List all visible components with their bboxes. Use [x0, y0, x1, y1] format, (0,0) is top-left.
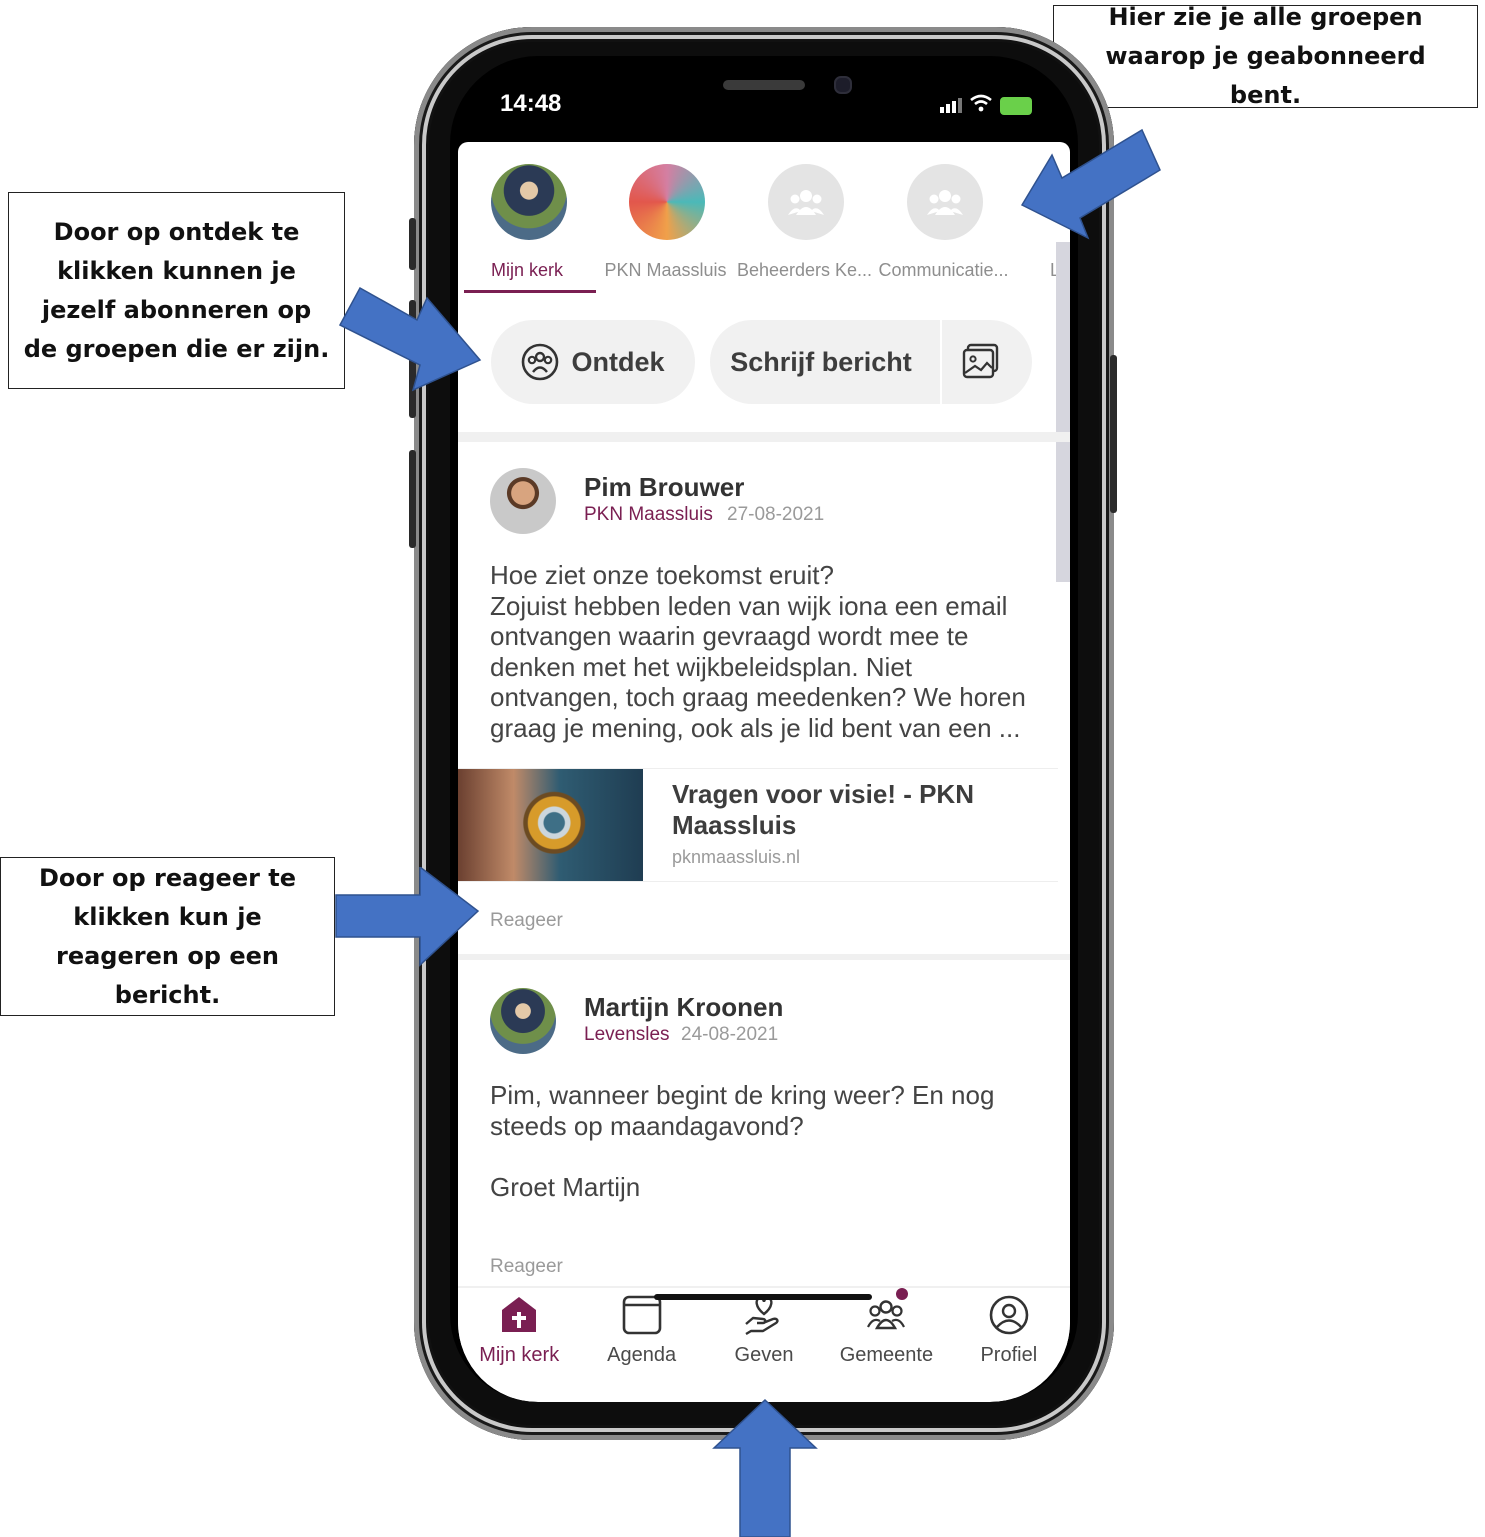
mute-switch: [409, 218, 416, 270]
group-beheerders[interactable]: Beheerders Ke...: [735, 142, 874, 302]
group-pkn-maassluis[interactable]: PKN Maassluis: [596, 142, 735, 302]
post-date: 24-08-2021: [681, 1024, 779, 1045]
reply-button[interactable]: Reageer: [490, 1256, 563, 1278]
post-author[interactable]: Martijn Kroonen: [584, 992, 783, 1023]
app-content: Mijn kerk PKN Maassluis Beheerders Ke...…: [458, 142, 1070, 1402]
write-post-label: Schrijf bericht: [730, 346, 912, 377]
link-thumbnail: [458, 769, 643, 881]
callout-discover: Door op ontdek te klikken kunnen je jeze…: [8, 192, 345, 389]
front-camera: [834, 76, 852, 94]
heart-hand-icon: [745, 1296, 779, 1336]
photo-icon[interactable]: [962, 342, 1000, 380]
groups-row[interactable]: Mijn kerk PKN Maassluis Beheerders Ke...…: [458, 142, 1070, 302]
tab-agenda[interactable]: Agenda: [580, 1288, 702, 1398]
post-date: 27-08-2021: [727, 504, 825, 525]
callout-reply: Door op reageer te klikken kun je reager…: [0, 857, 335, 1016]
profile-icon: [989, 1295, 1029, 1335]
home-indicator[interactable]: [654, 1294, 872, 1300]
discover-people-icon: [522, 343, 559, 381]
tab-profiel[interactable]: Profiel: [948, 1288, 1070, 1398]
group-people-icon: [768, 164, 844, 240]
post-group[interactable]: Levensles: [584, 1024, 670, 1046]
link-title: Vragen voor visie! - PKN Maassluis: [672, 779, 974, 840]
author-avatar[interactable]: [490, 468, 556, 534]
arrow-to-home-indicator: [712, 1398, 818, 1537]
arrow-to-discover: [338, 286, 482, 392]
tab-mijn-kerk[interactable]: Mijn kerk: [458, 1288, 580, 1398]
group-people-icon: [907, 164, 983, 240]
reply-button[interactable]: Reageer: [490, 910, 563, 932]
post-group[interactable]: PKN Maassluis: [584, 504, 713, 526]
tab-gemeente[interactable]: Gemeente: [825, 1288, 947, 1398]
tab-label: Agenda: [607, 1344, 677, 1366]
callout-discover-text: Door op ontdek te klikken kunnen je jeze…: [23, 217, 330, 363]
status-time: 14:48: [500, 90, 562, 117]
action-bar: Ontdek Schrijf bericht: [458, 302, 1070, 432]
calendar-icon: [622, 1295, 661, 1335]
status-icons: [940, 94, 1032, 117]
discover-label: Ontdek: [571, 346, 665, 377]
tab-geven[interactable]: Geven: [703, 1288, 825, 1398]
section-divider: [458, 432, 1070, 442]
church-home-icon: [502, 1297, 537, 1332]
post-author[interactable]: Pim Brouwer: [584, 472, 744, 503]
link-preview[interactable]: Vragen voor visie! - PKN Maassluis pknma…: [458, 768, 1058, 882]
link-domain: pknmaassluis.nl: [672, 847, 801, 867]
tab-label: Geven: [734, 1344, 794, 1366]
group-label: Beheerders Ke...: [736, 260, 873, 280]
group-label: Mijn kerk: [490, 260, 563, 280]
tab-label: Mijn kerk: [479, 1344, 560, 1366]
notification-dot: [896, 1288, 908, 1300]
bottom-tab-bar: Mijn kerk Agenda Geven Gemeente Profiel: [458, 1288, 1070, 1398]
arrow-to-groups: [1020, 128, 1161, 240]
group-label: PKN Maassluis: [604, 260, 727, 280]
battery-icon: [1000, 96, 1032, 115]
people-icon: [867, 1300, 906, 1330]
pill-divider: [940, 320, 942, 404]
arrow-to-reply: [335, 867, 480, 967]
signal-icon: [940, 98, 962, 113]
post-body[interactable]: Hoe ziet onze toekomst eruit? Zojuist he…: [490, 560, 1035, 743]
group-mijn-kerk[interactable]: Mijn kerk: [458, 142, 596, 302]
group-avatar: [629, 164, 705, 240]
group-label: Communicatie...: [878, 260, 1009, 280]
author-avatar[interactable]: [490, 988, 556, 1054]
post-body[interactable]: Pim, wanneer begint de kring weer? En no…: [490, 1080, 1035, 1202]
volume-down-button: [409, 450, 416, 548]
group-communicatie[interactable]: Communicatie...: [874, 142, 1013, 302]
tab-label: Gemeente: [839, 1344, 934, 1366]
power-button: [1110, 355, 1117, 513]
speaker-grille: [723, 80, 805, 90]
tab-label: Profiel: [980, 1344, 1038, 1366]
callout-reply-text: Door op reageer te klikken kun je reager…: [38, 863, 297, 1009]
discover-button[interactable]: Ontdek: [491, 320, 695, 404]
phone-screen: 14:48 Mijn kerk PKN Maassluis Beheerders: [450, 56, 1078, 1402]
callout-groups: Hier zie je alle groepen waarop je geabo…: [1053, 3, 1478, 109]
callout-groups-text: Hier zie je alle groepen waarop je geabo…: [1105, 3, 1426, 109]
post-divider: [458, 954, 1070, 960]
wifi-icon: [970, 94, 992, 117]
group-avatar: [491, 164, 567, 240]
